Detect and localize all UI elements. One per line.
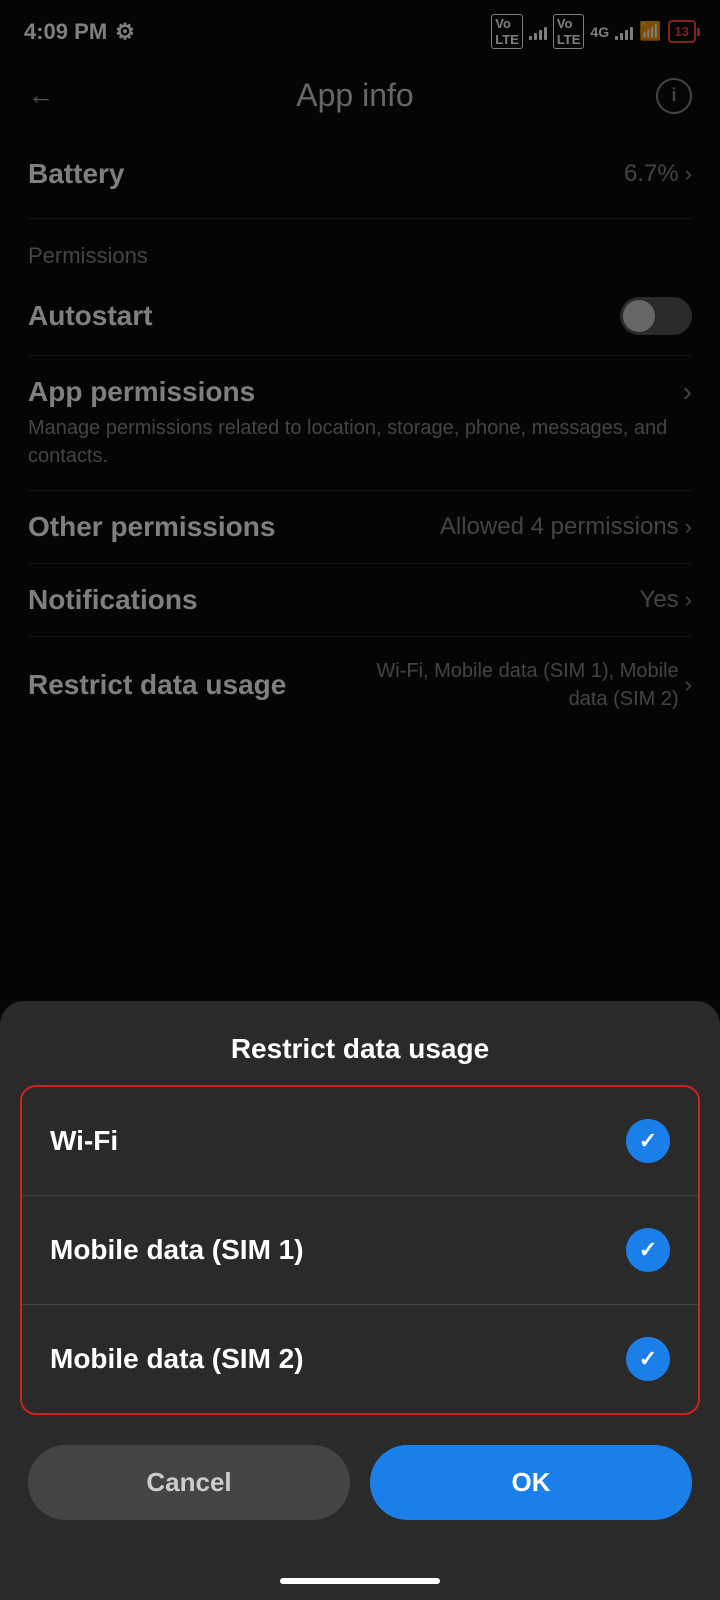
sim2-option[interactable]: Mobile data (SIM 2) [22, 1305, 698, 1413]
sheet-buttons: Cancel OK [0, 1435, 720, 1540]
home-bar [280, 1578, 440, 1584]
wifi-option-label: Wi-Fi [50, 1125, 118, 1157]
wifi-checkbox[interactable] [626, 1119, 670, 1163]
sim1-option[interactable]: Mobile data (SIM 1) [22, 1196, 698, 1305]
sim1-option-label: Mobile data (SIM 1) [50, 1234, 304, 1266]
sim1-checkbox[interactable] [626, 1228, 670, 1272]
bottom-sheet: Restrict data usage Wi-Fi Mobile data (S… [0, 1001, 720, 1600]
sim2-option-label: Mobile data (SIM 2) [50, 1343, 304, 1375]
wifi-option[interactable]: Wi-Fi [22, 1087, 698, 1196]
ok-button[interactable]: OK [370, 1445, 692, 1520]
sim2-checkbox[interactable] [626, 1337, 670, 1381]
cancel-button[interactable]: Cancel [28, 1445, 350, 1520]
sheet-options-list: Wi-Fi Mobile data (SIM 1) Mobile data (S… [20, 1085, 700, 1415]
sheet-title: Restrict data usage [0, 1001, 720, 1085]
